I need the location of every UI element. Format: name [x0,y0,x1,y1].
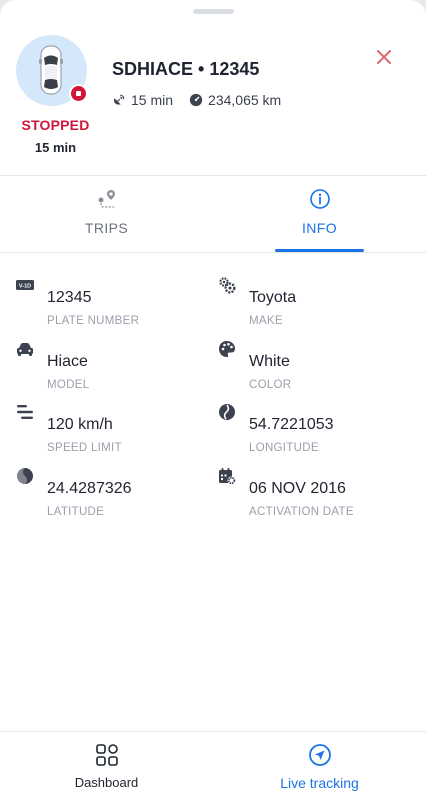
vehicle-meta: 15 min 234,065 km [112,92,281,108]
activation-date-label: ACTIVATION DATE [249,506,354,518]
latitude-label: LATITUDE [47,506,105,518]
svg-text:V-1D: V-1D [19,284,31,290]
odometer-value: 234,065 km [208,92,282,108]
active-tab-indicator [275,249,364,252]
model-label: MODEL [47,379,90,391]
info-make: Toyota MAKE [218,267,408,327]
make-value: Toyota [249,289,297,306]
plate-number-label: PLATE NUMBER [47,315,140,327]
tab-bar: TRIPS INFO [0,175,426,253]
calendar-gear-icon [219,468,236,485]
make-label: MAKE [249,315,283,327]
tab-info-label: INFO [301,220,338,236]
plate-number-value: 12345 [47,289,92,306]
car-icon [17,343,33,356]
stop-status-icon [69,84,88,103]
activation-date-value: 06 NOV 2016 [249,480,346,497]
latitude-value: 24.4287326 [47,480,132,497]
nav-dashboard[interactable]: Dashboard [0,732,213,800]
tab-trips[interactable]: TRIPS [0,176,213,253]
color-label: COLOR [249,379,292,391]
odometer-icon [189,93,203,107]
info-activation-date: 06 NOV 2016 ACTIVATION DATE [218,458,408,518]
status-duration: 15 min [34,140,77,155]
palette-icon [219,341,235,357]
bottom-navigation: Dashboard Live tracking [0,731,426,800]
nav-live-tracking[interactable]: Live tracking [213,732,426,800]
dashboard-icon [96,744,118,766]
info-speed-limit: 120 km/h SPEED LIMIT [16,394,206,454]
tab-trips-label: TRIPS [84,220,129,236]
info-model: Hiace MODEL [16,331,206,391]
route-pin-icon [98,190,115,208]
nav-dashboard-label: Dashboard [74,775,139,790]
longitude-label: LONGITUDE [249,442,319,454]
satellite-dish-icon [113,94,125,105]
status-label: STOPPED [21,117,90,133]
longitude-value: 54.7221053 [249,416,334,433]
speed-limit-value: 120 km/h [47,416,113,433]
model-value: Hiace [47,353,88,370]
globe-icon [219,404,235,420]
speed-lines-icon [17,405,33,419]
info-plate-number: V-1D 12345 PLATE NUMBER [16,267,206,327]
info-longitude: 54.7221053 LONGITUDE [218,394,408,454]
vehicle-header: STOPPED 15 min SDHIACE • 12345 15 min 23… [0,0,426,175]
idle-time: 15 min [131,92,174,108]
close-icon[interactable] [372,45,396,69]
vehicle-title: SDHIACE • 12345 [112,59,260,79]
info-circle-icon [310,189,330,209]
license-plate-icon: V-1D [16,280,34,290]
tab-info[interactable]: INFO [213,176,426,253]
info-color: White COLOR [218,331,408,391]
speed-limit-label: SPEED LIMIT [47,442,122,454]
car-top-view-icon [39,45,63,95]
nav-live-tracking-label: Live tracking [280,775,359,791]
gears-icon [219,277,236,294]
info-latitude: 24.4287326 LATITUDE [16,458,206,518]
color-value: White [249,353,290,370]
globe-half-icon [17,468,33,484]
vehicle-details-sheet: STOPPED 15 min SDHIACE • 12345 15 min 23… [0,0,426,800]
navigation-arrow-icon [309,744,331,766]
